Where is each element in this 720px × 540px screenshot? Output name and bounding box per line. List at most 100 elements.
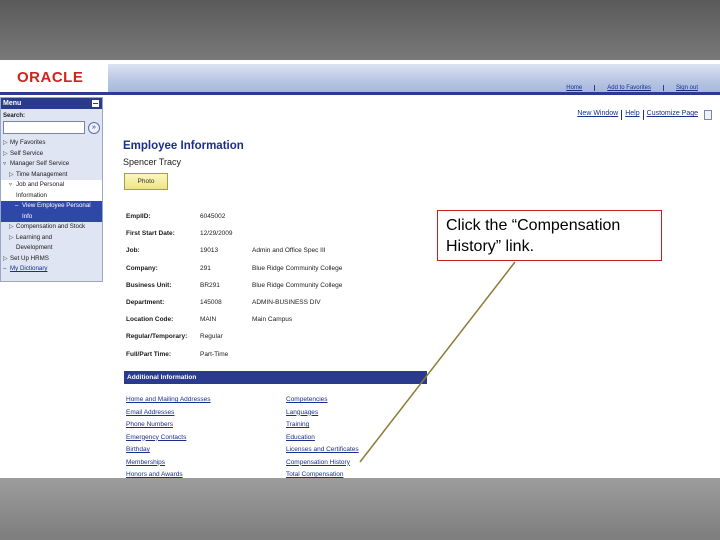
field-value: Part-Time bbox=[200, 350, 229, 358]
collapsed-arrow-icon: ▷ bbox=[3, 149, 8, 157]
menu-item-learning-and-development[interactable]: ▷ Learning and bbox=[1, 233, 102, 244]
menu-item-my-dictionary[interactable]: – My Dictionary bbox=[1, 264, 102, 275]
field-label: Job: bbox=[126, 247, 140, 255]
menu-item-label: My Favorites bbox=[10, 139, 46, 146]
menu-search-input[interactable] bbox=[3, 121, 85, 134]
menu-item-label: View Employee Personal bbox=[22, 202, 91, 209]
languages-link[interactable]: Languages bbox=[286, 407, 359, 420]
employee-name: Spencer Tracy bbox=[123, 157, 182, 167]
collapsed-arrow-icon: ▷ bbox=[9, 170, 14, 178]
field-label: Company: bbox=[126, 264, 158, 272]
page-title: Employee Information bbox=[123, 140, 244, 152]
email-addresses-link[interactable]: Email Addresses bbox=[126, 407, 211, 420]
menu-list: ▷ My Favorites ▷ Self Service ▿ Manager Sel… bbox=[1, 134, 102, 275]
menu-item-set-up-hrms[interactable]: ▷ Set Up HRMS bbox=[1, 254, 102, 265]
education-link[interactable]: Education bbox=[286, 432, 359, 445]
main-content: Employee Information Spencer Tracy Photo bbox=[123, 140, 244, 190]
dash-icon: – bbox=[3, 265, 7, 272]
menu-item-label: Self Service bbox=[10, 149, 44, 157]
field-label: Department: bbox=[126, 298, 165, 306]
memberships-link[interactable]: Memberships bbox=[126, 457, 211, 470]
help-link[interactable]: Help bbox=[621, 110, 642, 120]
total-compensation-link[interactable]: Total Compensation bbox=[286, 469, 359, 478]
menu-item-view-employee-personal-info-cont[interactable]: Info bbox=[1, 211, 102, 222]
expanded-arrow-icon: ▿ bbox=[3, 160, 7, 167]
field-label: Location Code: bbox=[126, 316, 174, 324]
header-rule bbox=[0, 92, 720, 95]
additional-links-left: Home and Mailing Addresses Email Address… bbox=[126, 394, 211, 478]
collapsed-arrow-icon: ▷ bbox=[9, 233, 14, 241]
menu-panel: Menu Search: » ▷ My Favorites ▷ Self Servi… bbox=[0, 97, 103, 282]
menu-title: Menu bbox=[1, 98, 102, 109]
new-window-link[interactable]: New Window bbox=[574, 110, 621, 120]
menu-title-label: Menu bbox=[3, 100, 22, 107]
menu-item-manager-self-service[interactable]: ▿ Manager Self Service bbox=[1, 159, 102, 170]
home-link[interactable]: Home bbox=[554, 85, 594, 91]
menu-item-job-and-personal[interactable]: ▿ Job and Personal bbox=[1, 180, 102, 191]
emergency-contacts-link[interactable]: Emergency Contacts bbox=[126, 432, 211, 445]
compensation-history-link[interactable]: Compensation History bbox=[286, 457, 359, 470]
field-desc: Main Campus bbox=[252, 316, 293, 324]
dash-icon: – bbox=[15, 202, 19, 209]
menu-item-self-service[interactable]: ▷ Self Service bbox=[1, 149, 102, 160]
collapsed-arrow-icon: ▷ bbox=[3, 139, 8, 146]
menu-item-my-favorites[interactable]: ▷ My Favorites bbox=[1, 138, 102, 149]
menu-item-label: Manager Self Service bbox=[10, 160, 70, 167]
field-value: MAIN bbox=[200, 316, 217, 324]
photo-button[interactable]: Photo bbox=[124, 173, 168, 190]
menu-item-label: Job and Personal bbox=[16, 181, 65, 188]
menu-item-label: Info bbox=[22, 212, 33, 220]
menu-item-compensation-and-stock[interactable]: ▷ Compensation and Stock bbox=[1, 222, 102, 233]
field-desc: Blue Ridge Community College bbox=[252, 281, 343, 289]
add-to-favorites-link[interactable]: Add to Favorites bbox=[594, 85, 663, 91]
home-and-mailing-addresses-link[interactable]: Home and Mailing Addresses bbox=[126, 394, 211, 407]
field-value: 291 bbox=[200, 264, 211, 272]
search-go-icon[interactable]: » bbox=[88, 121, 100, 134]
collapsed-arrow-icon: ▷ bbox=[3, 254, 8, 262]
phone-numbers-link[interactable]: Phone Numbers bbox=[126, 419, 211, 432]
browser-screenshot: ORACLE Home Add to Favorites Sign out Me… bbox=[0, 60, 720, 478]
oracle-logo: ORACLE bbox=[17, 69, 84, 86]
sign-out-link[interactable]: Sign out bbox=[662, 85, 710, 91]
birthday-link[interactable]: Birthday bbox=[126, 444, 211, 457]
menu-item-label: Information bbox=[16, 191, 47, 199]
menu-item-label: Set Up HRMS bbox=[10, 254, 49, 262]
search-row: » bbox=[1, 121, 102, 134]
additional-information-header: Additional Information bbox=[124, 371, 427, 384]
menu-item-learning-and-development-cont[interactable]: Development bbox=[1, 243, 102, 254]
customize-page-link[interactable]: Customize Page bbox=[642, 110, 701, 120]
menu-item-label: Learning and bbox=[16, 233, 53, 241]
field-label: Regular/Temporary: bbox=[126, 333, 188, 341]
field-value: Regular bbox=[200, 333, 223, 341]
page-icon[interactable] bbox=[704, 110, 712, 120]
menu-item-job-and-personal-cont[interactable]: Information bbox=[1, 190, 102, 201]
minimize-icon[interactable] bbox=[92, 100, 99, 107]
field-desc: Blue Ridge Community College bbox=[252, 264, 343, 272]
menu-item-label: My Dictionary bbox=[10, 265, 48, 272]
field-label: Business Unit: bbox=[126, 281, 172, 289]
field-value: BR291 bbox=[200, 281, 220, 289]
menu-item-time-management[interactable]: ▷ Time Management bbox=[1, 170, 102, 181]
menu-item-label: Compensation and Stock bbox=[16, 223, 86, 230]
header-band: Home Add to Favorites Sign out bbox=[108, 64, 720, 92]
menu-item-label: Time Management bbox=[16, 170, 68, 178]
field-value: 145008 bbox=[200, 298, 222, 306]
collapsed-arrow-icon: ▷ bbox=[9, 223, 14, 230]
instruction-callout: Click the “Compensation History” link. bbox=[437, 210, 662, 261]
field-label: First Start Date: bbox=[126, 230, 175, 238]
honors-and-awards-link[interactable]: Honors and Awards bbox=[126, 469, 211, 478]
additional-links-right: Competencies Languages Training Educatio… bbox=[286, 394, 359, 478]
field-value: 12/29/2009 bbox=[200, 230, 233, 238]
page-links: New Window Help Customize Page bbox=[574, 110, 712, 120]
licenses-and-certificates-link[interactable]: Licenses and Certificates bbox=[286, 444, 359, 457]
training-link[interactable]: Training bbox=[286, 419, 359, 432]
field-value: 19013 bbox=[200, 247, 219, 255]
competencies-link[interactable]: Competencies bbox=[286, 394, 359, 407]
search-label: Search: bbox=[3, 113, 26, 119]
field-desc: Admin and Office Spec III bbox=[252, 247, 326, 255]
menu-item-label: Development bbox=[16, 244, 53, 251]
menu-item-view-employee-personal-info[interactable]: – View Employee Personal bbox=[1, 201, 102, 212]
field-label: EmplID: bbox=[126, 213, 151, 220]
page-header: ORACLE Home Add to Favorites Sign out bbox=[0, 60, 720, 92]
header-links: Home Add to Favorites Sign out bbox=[554, 85, 710, 91]
